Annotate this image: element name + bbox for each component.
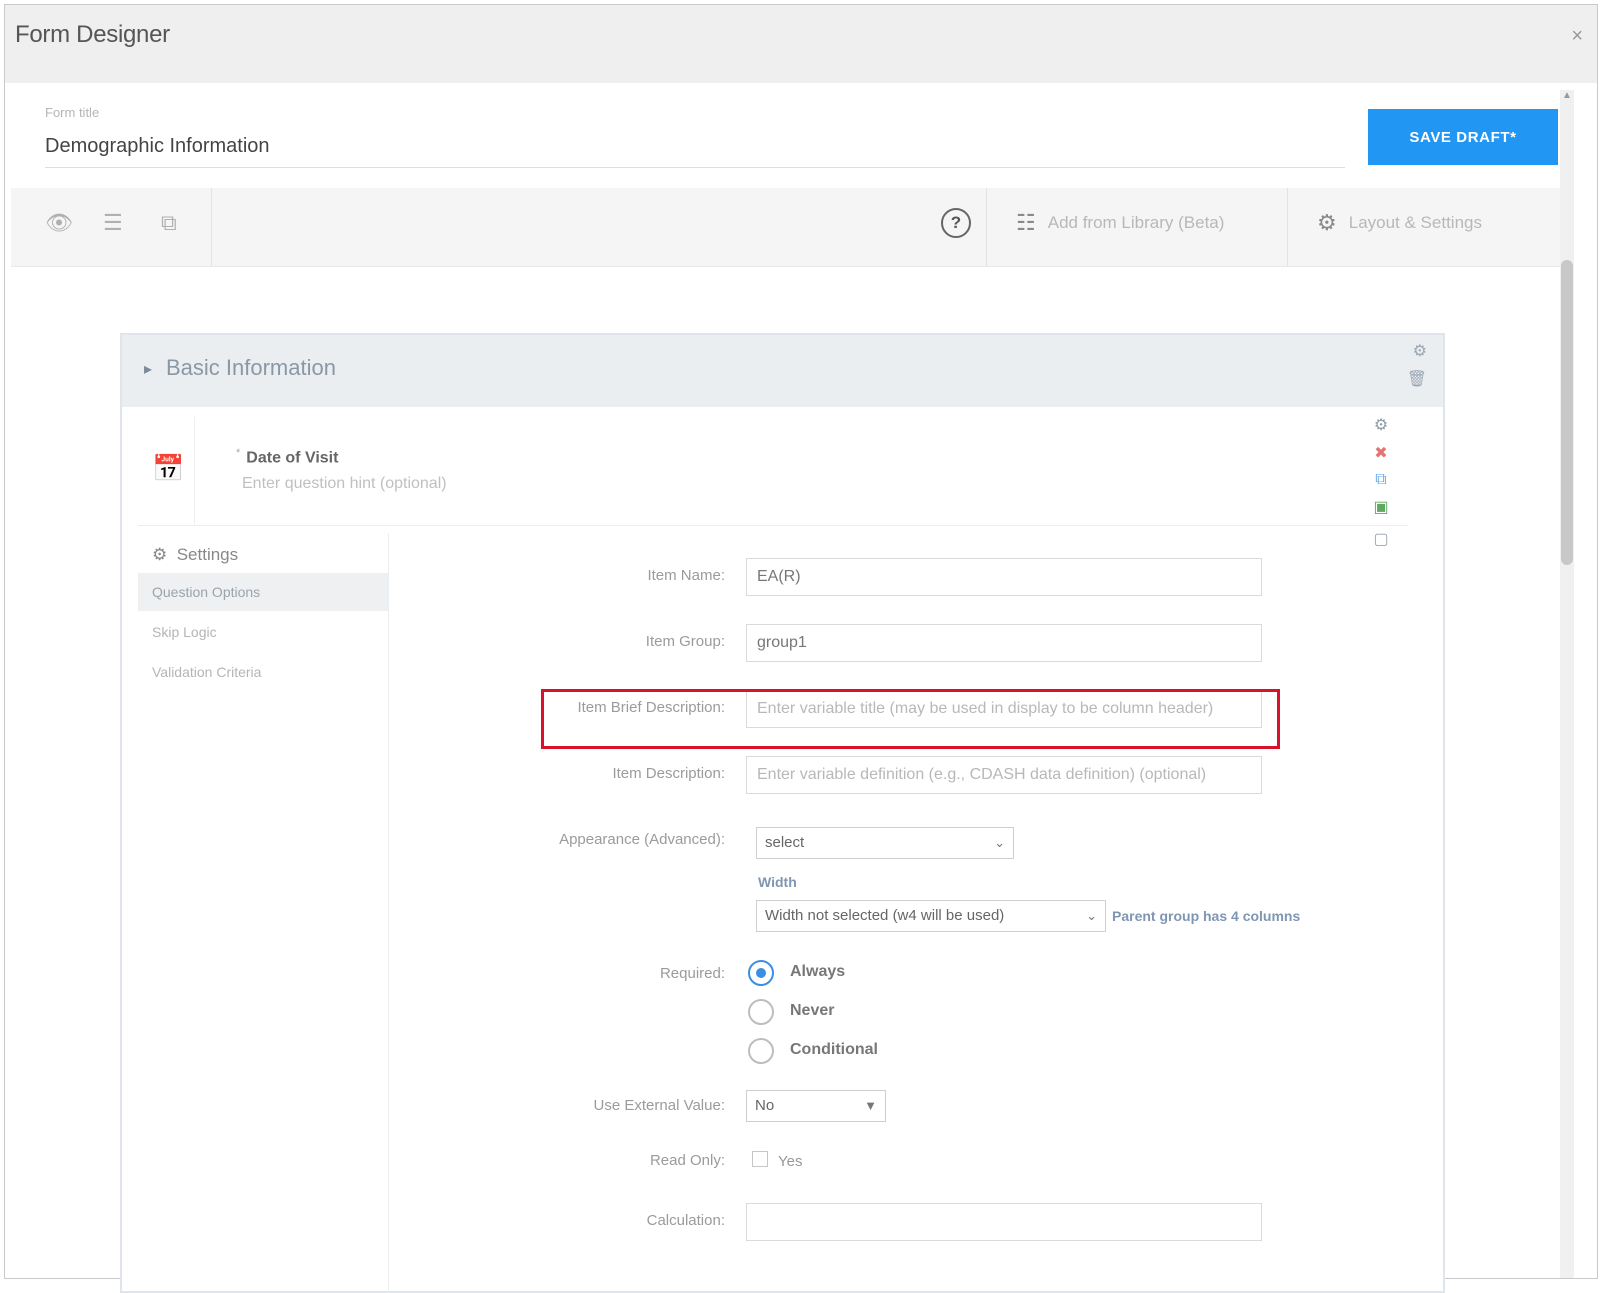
read-only-label: Read Only: [649, 1152, 725, 1169]
settings-header-label: Settings [176, 545, 239, 564]
gear-icon: ⚙ [1317, 210, 1337, 235]
calculation-label: Calculation: [646, 1212, 725, 1229]
layout-settings-button[interactable]: ⚙ Layout & Settings [1317, 210, 1482, 236]
add-from-library-label: Add from Library (Beta) [1047, 213, 1225, 232]
use-external-value-select[interactable]: No ▼ [746, 1090, 886, 1122]
copy-icon[interactable]: ⧉ [161, 210, 177, 236]
item-name-input[interactable]: EA(R) [746, 558, 1262, 596]
appearance-label: Appearance (Advanced): [559, 831, 725, 848]
help-icon[interactable]: ? [941, 208, 971, 238]
delete-icon[interactable]: ✖ [1366, 443, 1396, 463]
question-divider [194, 417, 195, 525]
item-description-label: Item Description: [612, 765, 725, 782]
gear-icon[interactable]: ⚙ [1413, 341, 1427, 361]
duplicate-icon[interactable]: ⧉ [1366, 471, 1396, 489]
question-title[interactable]: * Date of Visit [236, 447, 338, 467]
read-only-option-label: Yes [778, 1153, 803, 1170]
width-select-value: Width not selected (w4 will be used) [765, 907, 1005, 924]
add-from-library-button[interactable]: ☷ Add from Library (Beta) [1016, 210, 1224, 236]
settings-nav: ⚙ Settings Question Options Skip Logic V… [138, 533, 389, 1293]
scroll-up-icon[interactable]: ▲ [1562, 90, 1572, 101]
window-title: Form Designer [15, 21, 170, 48]
required-always-radio[interactable] [748, 960, 774, 986]
scrollbar-thumb[interactable] [1561, 260, 1573, 565]
layout-settings-label: Layout & Settings [1348, 213, 1482, 232]
width-note: Parent group has 4 columns [1112, 908, 1301, 924]
toolbar-divider [211, 188, 212, 266]
title-bar: Form Designer × [5, 5, 1597, 83]
form-title-label: Form title [45, 105, 100, 120]
question-title-text: Date of Visit [246, 449, 339, 467]
form-title-underline [45, 167, 1345, 168]
chevron-down-icon: ⌄ [1086, 908, 1097, 923]
close-icon[interactable]: × [1571, 25, 1583, 48]
toolbar-divider [986, 188, 987, 266]
appearance-select-value: select [765, 834, 805, 851]
settings-nav-validation-criteria[interactable]: Validation Criteria [138, 653, 388, 691]
item-name-label: Item Name: [647, 567, 725, 584]
settings-nav-skip-logic[interactable]: Skip Logic [138, 613, 388, 651]
vertical-scrollbar[interactable]: ▲ [1560, 90, 1574, 1278]
calculation-input[interactable] [746, 1203, 1262, 1241]
read-only-checkbox[interactable] [752, 1151, 768, 1167]
collapse-caret-icon[interactable]: ▸ [144, 359, 152, 379]
question-hint-input[interactable]: Enter question hint (optional) [242, 475, 447, 493]
use-external-value-label: Use External Value: [593, 1097, 725, 1114]
width-label: Width [758, 874, 797, 890]
question-actions: ⚙ ✖ ⧉ ▣ ▢ [1366, 415, 1396, 557]
expand-icon[interactable]: ▢ [1366, 529, 1396, 549]
settings-nav-question-options[interactable]: Question Options [138, 573, 388, 611]
appearance-select[interactable]: select ⌄ [756, 827, 1014, 859]
use-external-value-select-value: No [755, 1097, 775, 1114]
toolbar: 👁 ☰ ⧉ ? ☷ Add from Library (Beta) ⚙ Layout… [11, 188, 1569, 267]
section-header[interactable]: ▸ Basic Information ⚙ 🗑 [122, 335, 1443, 407]
required-conditional-label: Conditional [790, 1041, 878, 1058]
required-never-radio[interactable] [748, 999, 774, 1025]
trash-icon[interactable]: 🗑 [1407, 369, 1427, 389]
toolbar-divider [1287, 188, 1288, 266]
required-always-label: Always [790, 963, 846, 980]
form-title-input[interactable]: Demographic Information [45, 135, 270, 158]
eye-icon[interactable]: 👁 [45, 210, 73, 236]
section-panel: ▸ Basic Information ⚙ 🗑 📅 * Date of Visit… [120, 333, 1445, 1293]
settings-header: ⚙ Settings [152, 545, 238, 565]
width-select[interactable]: Width not selected (w4 will be used) ⌄ [756, 900, 1106, 932]
gear-icon: ⚙ [152, 545, 168, 564]
caret-down-icon: ▼ [864, 1098, 877, 1113]
question-card[interactable]: 📅 * Date of Visit Enter question hint (op… [138, 417, 1408, 526]
required-mark: * [236, 447, 241, 459]
library-icon: ☷ [1016, 210, 1036, 235]
save-draft-button[interactable]: SAVE DRAFT* [1368, 109, 1558, 165]
chevron-down-icon: ⌄ [994, 835, 1005, 850]
required-label: Required: [659, 965, 725, 982]
add-library-icon[interactable]: ▣ [1366, 497, 1396, 517]
item-group-input[interactable]: group1 [746, 624, 1262, 662]
item-description-input[interactable]: Enter variable definition (e.g., CDASH d… [746, 756, 1262, 794]
form-header: Form title Demographic Information SAVE … [11, 83, 1569, 188]
calendar-icon: 📅 [152, 453, 185, 483]
section-title: Basic Information [166, 355, 336, 380]
highlight-box [541, 689, 1280, 749]
item-group-label: Item Group: [645, 633, 725, 650]
required-never-label: Never [790, 1002, 835, 1019]
gear-icon[interactable]: ⚙ [1366, 415, 1396, 435]
required-conditional-radio[interactable] [748, 1038, 774, 1064]
list-icon[interactable]: ☰ [103, 210, 123, 236]
